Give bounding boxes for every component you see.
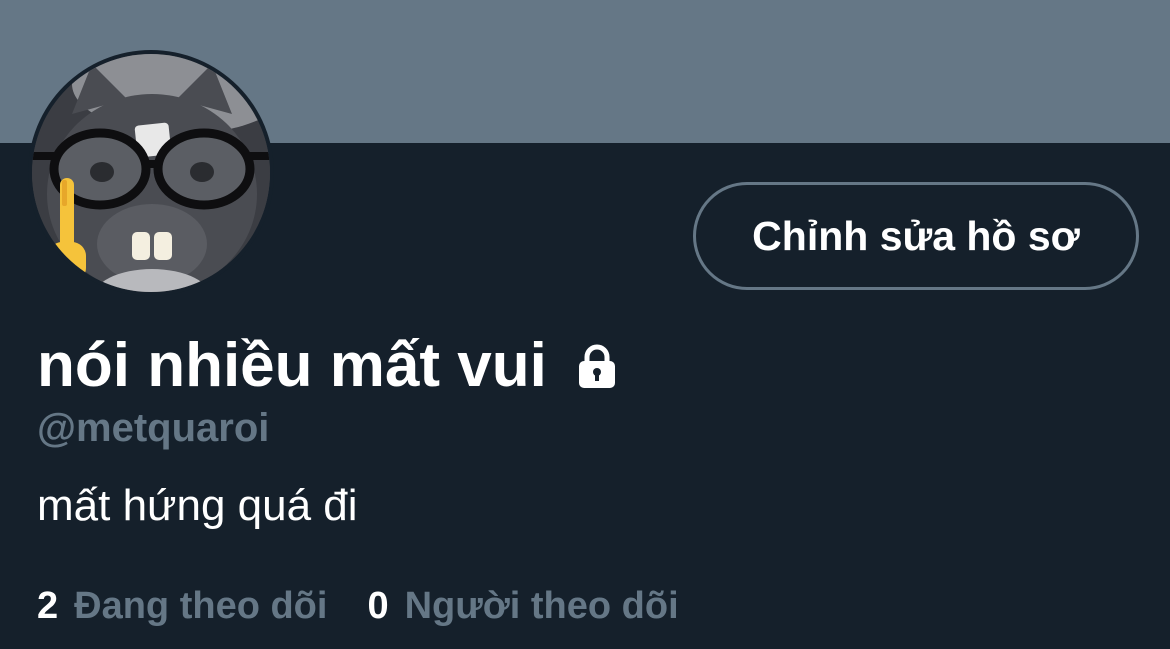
followers-stat[interactable]: 0 Người theo dõi — [367, 580, 678, 632]
followers-count: 0 — [367, 585, 389, 627]
followers-label: Người theo dõi — [404, 585, 679, 627]
profile-bio: mất hứng quá đi — [37, 481, 358, 530]
follow-stats: 2 Đang theo dõi 0 Người theo dõi — [37, 580, 679, 632]
following-count: 2 — [37, 585, 59, 627]
lock-icon — [573, 342, 621, 390]
name-row: nói nhiều mất vui — [37, 326, 621, 406]
following-stat[interactable]: 2 Đang theo dõi — [37, 580, 327, 632]
user-handle: @metquaroi — [37, 406, 270, 450]
display-name: nói nhiều mất vui — [37, 331, 547, 400]
edit-profile-button[interactable]: Chỉnh sửa hồ sơ — [693, 182, 1139, 290]
avatar-image — [32, 54, 270, 292]
following-label: Đang theo dõi — [74, 585, 328, 627]
avatar-photo — [32, 54, 270, 292]
avatar[interactable] — [28, 50, 274, 296]
